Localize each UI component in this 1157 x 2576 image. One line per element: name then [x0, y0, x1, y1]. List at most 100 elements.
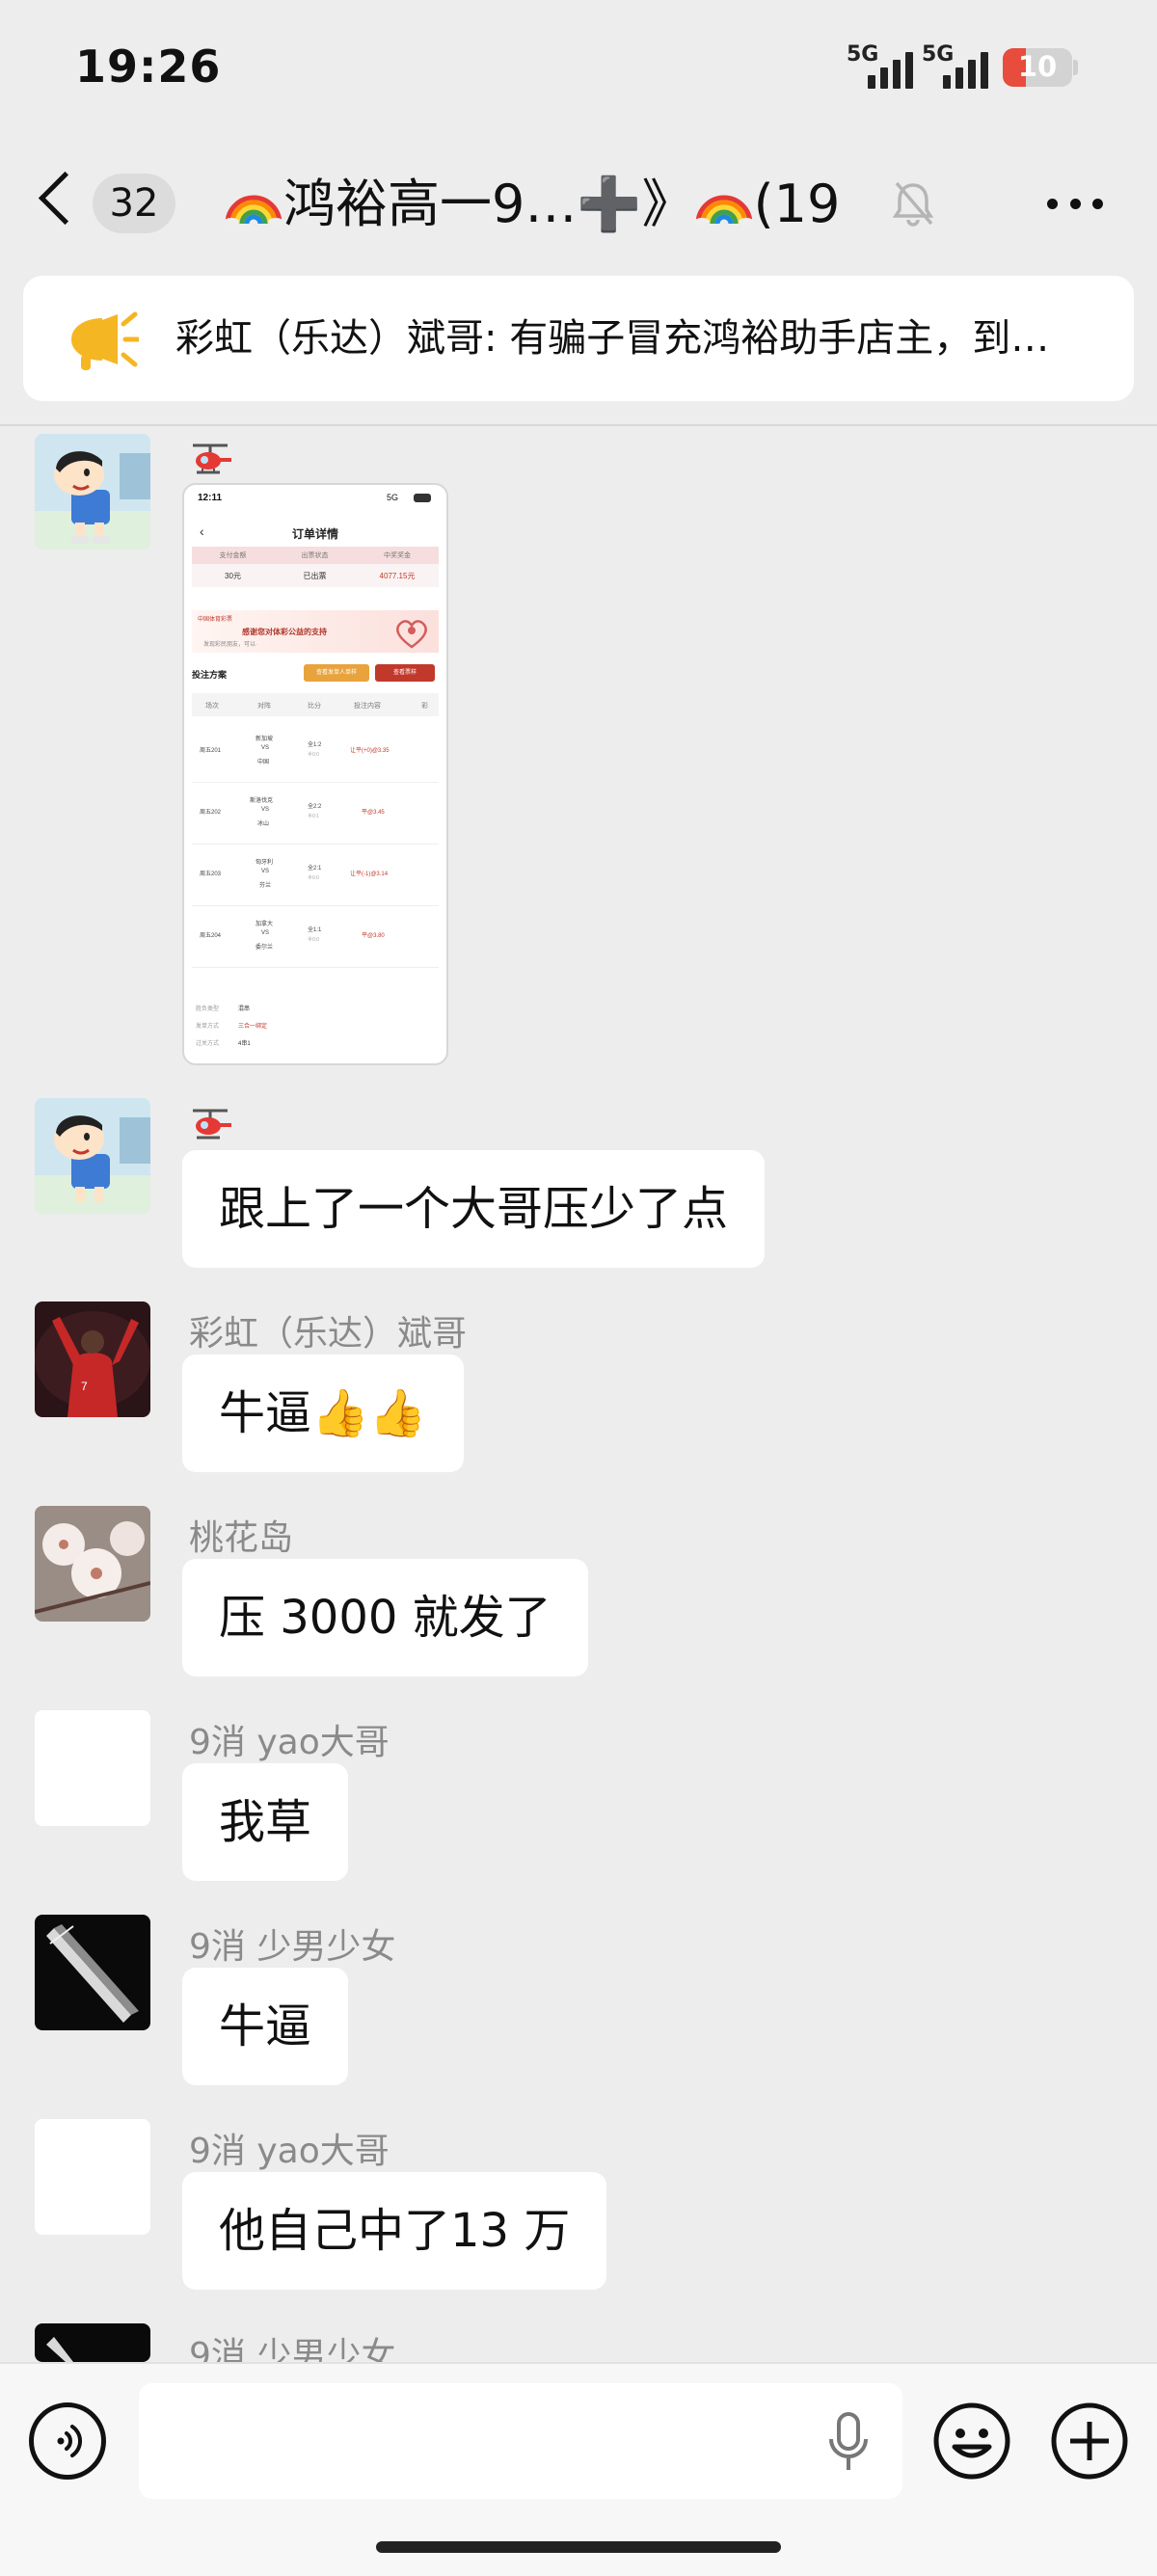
thumb-table-row: 周五202 斯洛伐克 VS 冰山 全2:2 半0:1 平@3.45	[192, 782, 439, 845]
bell-muted-icon[interactable]	[891, 179, 935, 228]
message-bubble[interactable]: 我草	[182, 1763, 349, 1881]
message-bubble[interactable]: 牛逼	[182, 1968, 349, 2085]
avatar[interactable]	[35, 1915, 150, 2030]
thumb-footer-label: 胜负类型	[196, 1006, 220, 1012]
thumb-section: 投注方案	[192, 670, 228, 680]
thumb-cell-half: 半0:0	[308, 875, 319, 881]
thumb-cell-away: 委尔兰	[256, 945, 274, 951]
message-bubble[interactable]: 跟上了一个大哥压少了点	[182, 1150, 766, 1268]
thumb-cell-home: 匈牙利	[256, 860, 274, 866]
home-indicator[interactable]	[376, 2541, 781, 2553]
thumb-cell-id: 周五203	[200, 872, 222, 877]
thumb-th-4: 投注内容	[354, 703, 381, 710]
thumb-th-3: 比分	[308, 703, 321, 710]
thumb-cell-home: 新加坡	[256, 737, 274, 742]
avatar[interactable]: 7	[35, 1301, 150, 1417]
chat-title-text: 鸿裕高一9…➕》	[283, 174, 694, 234]
thumb-cell-home: 加拿大	[256, 922, 274, 927]
avatar[interactable]	[35, 1506, 150, 1622]
battery-level: 10	[1017, 50, 1058, 83]
thumb-cell-id: 周五202	[200, 810, 222, 816]
status-time: 19:26	[75, 40, 222, 93]
thumb-th-2: 对阵	[257, 703, 271, 710]
thumb-cell-bet: 平@3.45	[362, 810, 385, 816]
cellular-signal-2-icon: 5G	[922, 42, 1014, 89]
rainbow-icon	[693, 195, 754, 226]
mic-icon[interactable]	[825, 2410, 872, 2476]
sender-name: 桃花岛	[189, 1518, 294, 1558]
thumb-banner-org: 中国体育彩票	[198, 617, 233, 623]
battery-icon: 10	[1003, 48, 1072, 87]
thumb-cell-half: 半0:1	[308, 814, 319, 819]
thumb-table-row: 周五201 新加坡 VS 中国 全1:2 半0:0 让平(+0)@3.35	[192, 720, 439, 783]
thumb-heart-icon	[396, 620, 427, 649]
thumb-summary-h3: 中奖奖金	[384, 552, 411, 559]
thumb-cell-home: 斯洛伐克	[250, 798, 274, 804]
back-icon[interactable]	[38, 171, 93, 226]
thumbs-up-icon: 👍👍	[311, 1386, 427, 1440]
thumb-th-1: 场次	[205, 703, 219, 710]
rainbow-icon	[224, 195, 283, 226]
svg-text:7: 7	[81, 1380, 88, 1393]
helicopter-icon	[193, 1109, 231, 1140]
member-count: (191)	[753, 174, 841, 234]
sender-name: 9消 yao大哥	[189, 2132, 390, 2171]
thumb-summary-v3: 4077.15元	[379, 572, 416, 580]
thumb-cell-score: 全2:1	[308, 866, 322, 872]
thumb-cell-away: 中国	[257, 760, 270, 765]
thumb-cell-away: 芬兰	[259, 883, 272, 889]
message-bubble[interactable]: 他自己中了13 万	[182, 2172, 607, 2290]
thumb-cell-away: 冰山	[257, 821, 270, 827]
image-message-thumbnail[interactable]: 12:11 5G ‹ 订单详情 支付金额 出票状态 中奖奖金 30元 已出票 4…	[182, 483, 448, 1065]
more-icon[interactable]	[1047, 199, 1103, 210]
thumb-cell-bet: 平@3.80	[362, 933, 385, 939]
sender-name: 9消 少男少女	[189, 2336, 396, 2362]
thumb-cell-id: 周五201	[200, 748, 222, 754]
sender-name: 彩虹（乐达）斌哥	[189, 1314, 468, 1354]
unread-count-badge[interactable]: 32	[93, 174, 175, 233]
thumb-table-row: 周五204 加拿大 VS 委尔兰 全1:1 半0:0 平@3.80	[192, 905, 439, 968]
thumb-cell-half: 半0:0	[308, 937, 319, 943]
thumb-footer-value: 三合一绑定	[238, 1024, 268, 1030]
avatar[interactable]	[35, 1710, 150, 1826]
thumb-footer-label: 过关方式	[196, 1041, 220, 1047]
thumb-cell-score: 全2:2	[308, 804, 322, 810]
thumb-net: 5G	[387, 493, 399, 502]
thumb-table-row: 周五203 匈牙利 VS 芬兰 全2:1 半0:0 让平(-1)@3.14	[192, 844, 439, 906]
message-input[interactable]	[139, 2383, 902, 2499]
thumb-summary-h1: 支付金额	[219, 552, 247, 559]
voice-icon[interactable]	[29, 2402, 106, 2480]
thumb-banner-sub: 发现彩民朋友，可以·	[203, 642, 257, 648]
avatar[interactable]	[35, 2323, 150, 2362]
avatar[interactable]	[35, 2119, 150, 2235]
announcement-text: 彩虹（乐达）斌哥: 有骗子冒充鸿裕助手店主，到…	[175, 316, 1050, 361]
message-bubble[interactable]: 压 3000 就发了	[182, 1559, 588, 1677]
thumb-cell-bet: 让平(+0)@3.35	[350, 748, 390, 754]
thumb-btn-1: 查看发单人单样	[304, 664, 369, 682]
message-bubble[interactable]: 牛逼👍👍	[182, 1355, 464, 1472]
megaphone-icon	[71, 311, 139, 370]
avatar[interactable]	[35, 434, 150, 550]
sender-name: 9消 yao大哥	[189, 1723, 390, 1762]
battery-tip	[1073, 60, 1078, 75]
thumb-summary-v1: 30元	[225, 572, 241, 580]
thumb-footer-label: 发单方式	[196, 1024, 220, 1030]
thumb-cell-bet: 让平(-1)@3.14	[350, 872, 389, 877]
group-announcement[interactable]: 彩虹（乐达）斌哥: 有骗子冒充鸿裕助手店主，到…	[23, 276, 1134, 401]
thumb-summary-v2: 已出票	[303, 572, 327, 580]
chat-title[interactable]: 鸿裕高一9…➕》 (191)	[224, 170, 841, 239]
thumb-time: 12:11	[198, 493, 223, 503]
avatar[interactable]	[35, 1098, 150, 1214]
thumb-th-5: 彩	[421, 703, 428, 710]
plus-icon[interactable]	[1049, 2401, 1130, 2482]
thumb-cell-half: 半0:0	[308, 752, 319, 758]
thumb-banner-text: 感谢您对体彩公益的支持	[242, 628, 327, 636]
thumb-title: 订单详情	[291, 527, 338, 541]
thumb-btn-2: 查看票样	[375, 664, 435, 682]
helicopter-icon	[193, 443, 231, 474]
thumb-footer-value: 混串	[238, 1006, 251, 1012]
thumb-cell-score: 全1:1	[308, 927, 322, 933]
emoji-icon[interactable]	[931, 2401, 1012, 2482]
thumb-summary-h2: 出票状态	[301, 552, 329, 559]
message-text: 牛逼	[219, 1386, 312, 1440]
